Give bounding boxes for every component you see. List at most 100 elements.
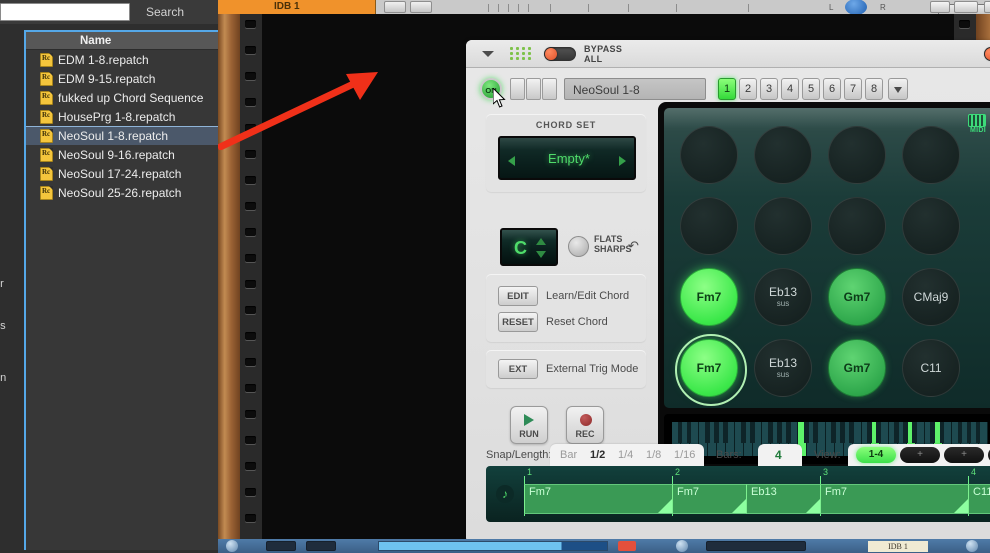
flats-sharps-knob[interactable]: [568, 236, 589, 257]
piano-black-key[interactable]: [785, 422, 791, 444]
piano-black-key[interactable]: [749, 422, 755, 444]
chord-pad[interactable]: Eb13 sus: [754, 268, 812, 326]
chord-pad[interactable]: [828, 197, 886, 255]
file-row[interactable]: NeoSoul 1-8.repatch: [26, 126, 218, 145]
piano-black-key[interactable]: [903, 422, 909, 444]
piano-black-key[interactable]: [876, 422, 882, 444]
chord-set-display[interactable]: Empty*: [498, 136, 636, 180]
chord-pad[interactable]: [754, 126, 812, 184]
chord-pad[interactable]: [902, 126, 960, 184]
chord-pad[interactable]: CMaj9: [902, 268, 960, 326]
piano-black-key[interactable]: [713, 422, 719, 444]
piano-black-key[interactable]: [957, 422, 963, 444]
chord-pad[interactable]: [902, 197, 960, 255]
piano-black-key[interactable]: [722, 422, 728, 444]
file-row[interactable]: NeoSoul 25-26.repatch: [26, 183, 218, 202]
pattern-button-7[interactable]: 7: [844, 78, 862, 100]
view-pill-2[interactable]: +: [944, 447, 984, 463]
run-button[interactable]: RUN: [510, 406, 548, 444]
daw-bottom-left-knob[interactable]: [226, 540, 238, 552]
key-down-icon[interactable]: [536, 251, 546, 258]
file-row[interactable]: NeoSoul 17-24.repatch: [26, 164, 218, 183]
pattern-button-8[interactable]: 8: [865, 78, 883, 100]
chord-pad[interactable]: Eb13 sus: [754, 339, 812, 397]
key-display[interactable]: C: [500, 228, 558, 266]
sequence-clip[interactable]: Fm7: [820, 484, 968, 514]
sequence-clip[interactable]: Fm7: [672, 484, 746, 514]
daw-mix-button[interactable]: [954, 1, 978, 13]
piano-black-key[interactable]: [975, 422, 981, 444]
patch-name-field[interactable]: NeoSoul 1-8: [564, 78, 706, 100]
sequence-clip[interactable]: Eb13: [746, 484, 820, 514]
chord-pad[interactable]: Fm7: [680, 268, 738, 326]
daw-bottom-display[interactable]: [378, 541, 608, 551]
sequence-lane[interactable]: ♪ 1234 Fm7Fm7Eb13Fm7C11 CLEAR: [486, 466, 990, 522]
daw-io-button[interactable]: [984, 1, 990, 13]
chord-set-next-icon[interactable]: [619, 156, 626, 166]
pattern-button-1[interactable]: 1: [718, 78, 736, 100]
chord-pad[interactable]: [680, 126, 738, 184]
piano-black-key[interactable]: [804, 422, 809, 444]
piano-black-key[interactable]: [930, 422, 936, 444]
daw-bottom-field[interactable]: [706, 541, 806, 551]
view-pill-0[interactable]: 1-4: [856, 447, 896, 463]
fold-device-icon[interactable]: [482, 51, 494, 57]
speaker-icon[interactable]: ♪: [496, 485, 514, 503]
file-row[interactable]: fukked up Chord Sequence: [26, 88, 218, 107]
daw-bottom-record-button[interactable]: [618, 541, 636, 551]
file-row[interactable]: EDM 9-15.repatch: [26, 69, 218, 88]
piano-black-key[interactable]: [677, 422, 683, 444]
piano-black-key[interactable]: [776, 422, 782, 444]
piano-black-key[interactable]: [767, 422, 773, 444]
snap-option-1-16[interactable]: 1/16: [674, 449, 695, 461]
ext-button[interactable]: EXT: [498, 359, 538, 379]
view-pill-1[interactable]: +: [900, 447, 940, 463]
piano-black-key[interactable]: [939, 422, 945, 444]
daw-pan-knob[interactable]: [845, 0, 867, 15]
reset-button[interactable]: RESET: [498, 312, 538, 332]
file-list[interactable]: Name EDM 1-8.repatch EDM 9-15.repatch fukk…: [24, 30, 218, 550]
patch-browse-button[interactable]: [526, 78, 541, 100]
piano-black-key[interactable]: [704, 422, 710, 444]
piano-black-key[interactable]: [840, 422, 845, 444]
pattern-button-5[interactable]: 5: [802, 78, 820, 100]
sequence-clip[interactable]: Fm7: [524, 484, 672, 514]
pattern-button-6[interactable]: 6: [823, 78, 841, 100]
piano-black-key[interactable]: [813, 422, 818, 444]
chord-pad[interactable]: [828, 126, 886, 184]
sequence-clip[interactable]: C11: [968, 484, 990, 514]
patch-prev-button[interactable]: [510, 78, 525, 100]
piano-black-key[interactable]: [686, 422, 692, 444]
piano-black-key[interactable]: [831, 422, 836, 444]
direct-record-toggle[interactable]: [984, 47, 990, 61]
bypass-all-toggle[interactable]: [544, 47, 576, 61]
chord-pad[interactable]: [680, 197, 738, 255]
chord-pad[interactable]: Fm7: [675, 334, 747, 406]
daw-track-header[interactable]: IDB 1: [218, 0, 376, 14]
file-row[interactable]: HousePrg 1-8.repatch: [26, 107, 218, 126]
daw-solo-button[interactable]: [410, 1, 432, 13]
snap-option-Bar[interactable]: Bar: [560, 449, 577, 461]
chord-pad[interactable]: Gm7: [828, 339, 886, 397]
daw-bottom-knob[interactable]: [676, 540, 688, 552]
daw-bottom-btn-2[interactable]: [306, 541, 336, 551]
edit-button[interactable]: EDIT: [498, 286, 538, 306]
daw-bottom-btn-1[interactable]: [266, 541, 296, 551]
sequence-lane-inner[interactable]: 1 2 3 4 Fm7 Fm7 Eb13 Fm7 C11: [524, 467, 990, 516]
pattern-button-2[interactable]: 2: [739, 78, 757, 100]
search-input[interactable]: [0, 3, 130, 21]
file-list-header[interactable]: Name: [26, 32, 218, 50]
daw-seq-button[interactable]: [930, 1, 950, 13]
file-row[interactable]: NeoSoul 9-16.repatch: [26, 145, 218, 164]
key-up-icon[interactable]: [536, 238, 546, 245]
piano-black-key[interactable]: [849, 422, 855, 444]
file-row[interactable]: EDM 1-8.repatch: [26, 50, 218, 69]
snap-option-1-4[interactable]: 1/4: [618, 449, 633, 461]
piano-black-key[interactable]: [894, 422, 900, 444]
piano-black-key[interactable]: [740, 422, 746, 444]
piano-black-key[interactable]: [966, 422, 972, 444]
chord-pad[interactable]: [754, 197, 812, 255]
patch-save-button[interactable]: [542, 78, 557, 100]
pattern-button-3[interactable]: 3: [760, 78, 778, 100]
snap-option-1-2[interactable]: 1/2: [590, 449, 605, 461]
